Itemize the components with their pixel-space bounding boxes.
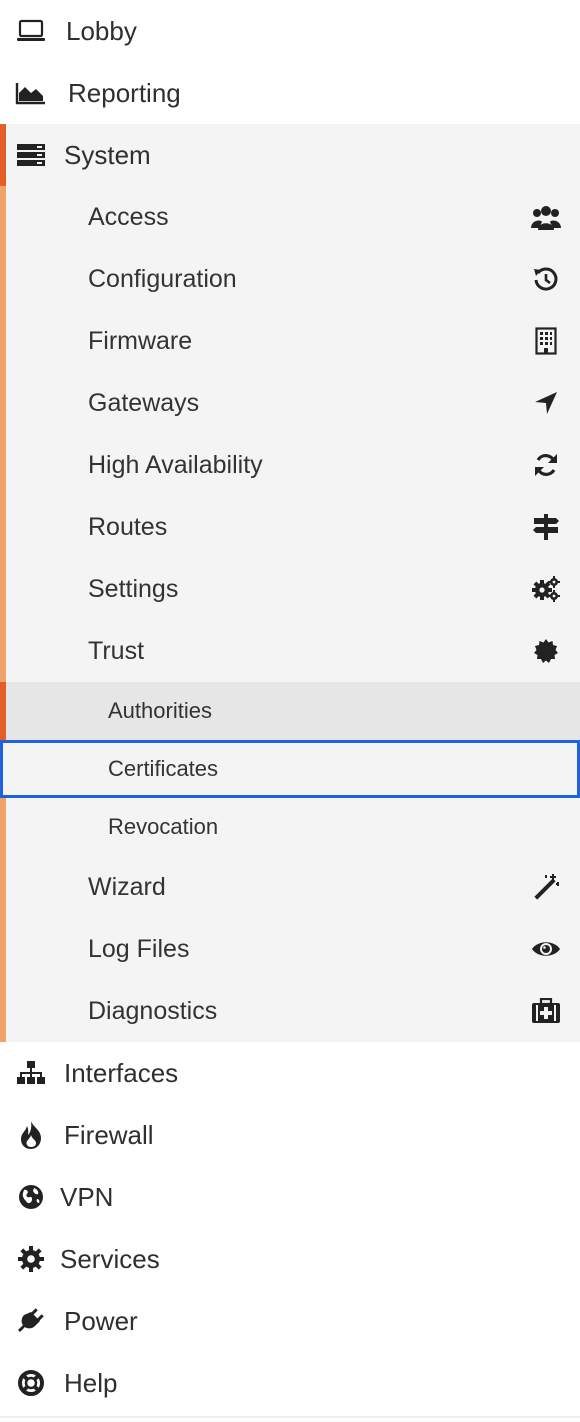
submenu-item-label: Gateways bbox=[88, 388, 200, 417]
submenu-item-label: Wizard bbox=[88, 872, 166, 901]
submenu-item-log-files[interactable]: Log Files bbox=[0, 918, 580, 980]
submenu-item-label: High Availability bbox=[88, 450, 263, 479]
menu-item-label: Firewall bbox=[64, 1119, 154, 1150]
menu-item-label: Reporting bbox=[68, 77, 181, 108]
menu-item-firewall[interactable]: Firewall bbox=[0, 1104, 580, 1166]
menu-item-system[interactable]: System bbox=[0, 124, 580, 186]
menu-item-label: Help bbox=[64, 1367, 118, 1398]
submenu-item-label: Routes bbox=[88, 512, 168, 541]
trust-item-label: Certificates bbox=[108, 756, 219, 781]
signpost-icon bbox=[530, 512, 562, 542]
refresh-icon bbox=[530, 450, 562, 480]
submenu-item-label: Settings bbox=[88, 574, 179, 603]
submenu-item-trust[interactable]: Trust bbox=[0, 620, 580, 682]
submenu-item-access[interactable]: Access bbox=[0, 186, 580, 248]
certificate-icon bbox=[530, 636, 562, 666]
submenu-item-label: Diagnostics bbox=[88, 996, 218, 1025]
menu-item-label: Power bbox=[64, 1305, 138, 1336]
trust-item-certificates[interactable]: Certificates bbox=[0, 740, 580, 798]
menu-item-label: Interfaces bbox=[64, 1057, 179, 1088]
eye-icon bbox=[530, 934, 562, 964]
sitemap-icon bbox=[15, 1059, 47, 1087]
submenu-item-label: Trust bbox=[88, 636, 145, 665]
trust-item-label: Authorities bbox=[108, 698, 212, 723]
menu-item-reporting[interactable]: Reporting bbox=[0, 62, 580, 124]
system-submenu: System Access Configuration Firmware Gat… bbox=[0, 124, 580, 1042]
trust-item-label: Revocation bbox=[108, 814, 219, 839]
trust-item-authorities[interactable]: Authorities bbox=[0, 682, 580, 740]
submenu-item-routes[interactable]: Routes bbox=[0, 496, 580, 558]
submenu-item-configuration[interactable]: Configuration bbox=[0, 248, 580, 310]
menu-item-interfaces[interactable]: Interfaces bbox=[0, 1042, 580, 1104]
area-chart-icon bbox=[15, 79, 47, 107]
divider bbox=[0, 1416, 580, 1418]
submenu-item-high-availability[interactable]: High Availability bbox=[0, 434, 580, 496]
menu-item-label: VPN bbox=[60, 1181, 114, 1212]
menu-item-label: Lobby bbox=[66, 15, 137, 46]
submenu-item-settings[interactable]: Settings bbox=[0, 558, 580, 620]
plug-icon bbox=[15, 1307, 47, 1335]
submenu-item-label: Log Files bbox=[88, 934, 190, 963]
location-arrow-icon bbox=[530, 388, 562, 418]
cog-icon bbox=[15, 1245, 47, 1273]
server-icon bbox=[15, 141, 47, 169]
trust-item-revocation[interactable]: Revocation bbox=[0, 798, 580, 856]
menu-item-label: Services bbox=[60, 1243, 160, 1274]
menu-item-services[interactable]: Services bbox=[0, 1228, 580, 1290]
submenu-item-diagnostics[interactable]: Diagnostics bbox=[0, 980, 580, 1042]
menu-item-vpn[interactable]: VPN bbox=[0, 1166, 580, 1228]
menu-item-help[interactable]: Help bbox=[0, 1352, 580, 1414]
magic-wand-icon bbox=[530, 872, 562, 902]
menu-item-lobby[interactable]: Lobby bbox=[0, 0, 580, 62]
fire-icon bbox=[15, 1121, 47, 1149]
life-ring-icon bbox=[15, 1369, 47, 1397]
history-icon bbox=[530, 264, 562, 294]
cogs-icon bbox=[530, 574, 562, 604]
submenu-item-label: Firmware bbox=[88, 326, 193, 355]
submenu-item-label: Configuration bbox=[88, 264, 237, 293]
globe-icon bbox=[15, 1183, 47, 1211]
menu-item-label: System bbox=[64, 139, 151, 170]
submenu-item-wizard[interactable]: Wizard bbox=[0, 856, 580, 918]
sidebar-nav: Lobby Reporting System Access Configurat… bbox=[0, 0, 580, 1418]
building-icon bbox=[530, 326, 562, 356]
menu-item-power[interactable]: Power bbox=[0, 1290, 580, 1352]
submenu-item-gateways[interactable]: Gateways bbox=[0, 372, 580, 434]
users-icon bbox=[530, 202, 562, 232]
submenu-item-firmware[interactable]: Firmware bbox=[0, 310, 580, 372]
laptop-icon bbox=[15, 17, 47, 45]
submenu-item-label: Access bbox=[88, 202, 169, 231]
medkit-icon bbox=[530, 996, 562, 1026]
